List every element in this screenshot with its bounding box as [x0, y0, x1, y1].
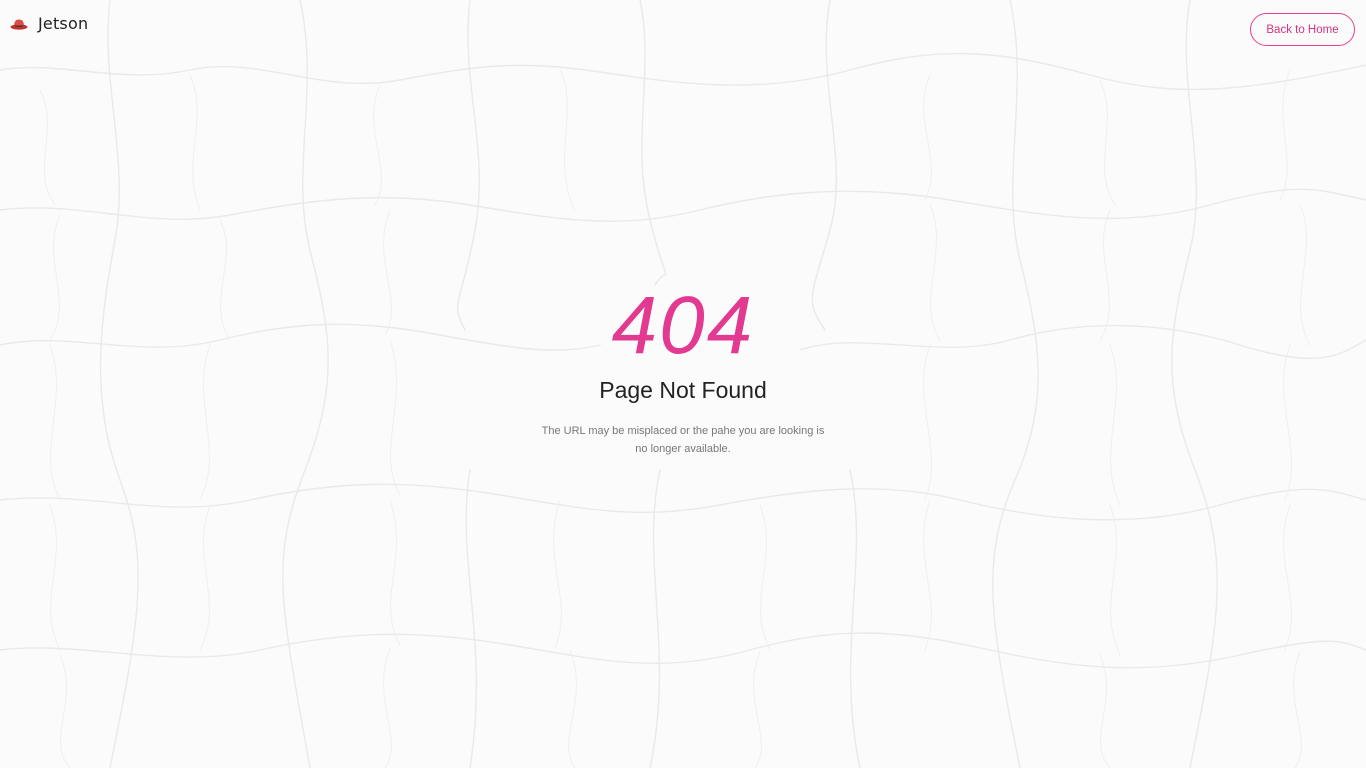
error-description: The URL may be misplaced or the pahe you…	[541, 425, 825, 455]
header: Jetson Back to Home	[0, 0, 1366, 60]
page-title: Page Not Found	[599, 377, 767, 403]
hat-icon	[10, 17, 28, 31]
back-to-home-button[interactable]: Back to Home	[1250, 13, 1355, 46]
brand-link[interactable]: Jetson	[10, 14, 88, 33]
error-panel: 404 Page Not Found The URL may be mispla…	[433, 280, 933, 458]
error-code: 404	[611, 280, 755, 371]
brand-name: Jetson	[38, 14, 89, 33]
